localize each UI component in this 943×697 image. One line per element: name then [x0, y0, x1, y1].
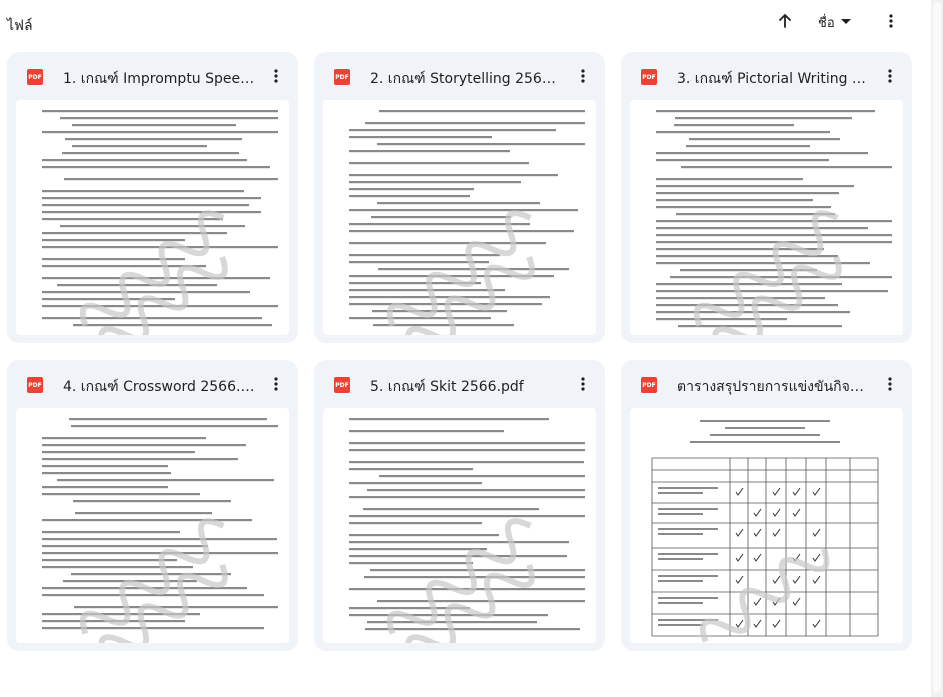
sort-field-label: ชื่อ	[818, 15, 835, 31]
arrow-up-icon[interactable]	[774, 10, 796, 32]
file-thumbnail[interactable]	[16, 408, 289, 643]
more-vert-icon[interactable]	[572, 373, 594, 395]
files-header: ไฟล์ ชื่อ	[0, 0, 930, 46]
pdf-icon: PDF	[27, 377, 43, 393]
file-name: 2. เกณฑ์ Storytelling 2566....	[370, 71, 564, 87]
file-card[interactable]: PDF 4. เกณฑ์ Crossword 2566.p...	[7, 360, 298, 651]
file-card[interactable]: PDF ตารางสรุปรายการแข่งขันกิจกร...	[621, 360, 912, 651]
file-name: 5. เกณฑ์ Skit 2566.pdf	[370, 379, 524, 395]
more-vert-icon[interactable]	[879, 65, 901, 87]
file-card[interactable]: PDF 2. เกณฑ์ Storytelling 2566....	[314, 52, 605, 343]
file-name: 4. เกณฑ์ Crossword 2566.p...	[63, 379, 257, 395]
pdf-icon: PDF	[334, 377, 350, 393]
file-name: 3. เกณฑ์ Pictorial Writing 2...	[677, 71, 871, 87]
more-vert-icon[interactable]	[265, 65, 287, 87]
more-vert-icon[interactable]	[879, 373, 901, 395]
file-thumbnail[interactable]	[630, 408, 903, 643]
scrollbar-thumb[interactable]	[933, 2, 941, 692]
pdf-icon: PDF	[27, 69, 43, 85]
caret-down-icon	[840, 19, 851, 24]
more-vert-icon[interactable]	[265, 373, 287, 395]
sort-field-button[interactable]: ชื่อ	[818, 11, 851, 33]
pdf-icon: PDF	[641, 377, 657, 393]
pdf-icon: PDF	[641, 69, 657, 85]
file-thumbnail[interactable]	[16, 100, 289, 335]
scrollbar[interactable]	[931, 0, 943, 697]
section-title: ไฟล์	[7, 18, 33, 34]
more-vert-icon[interactable]	[880, 10, 902, 32]
pdf-icon: PDF	[334, 69, 350, 85]
file-card[interactable]: PDF 3. เกณฑ์ Pictorial Writing 2...	[621, 52, 912, 343]
file-thumbnail[interactable]	[630, 100, 903, 335]
file-card[interactable]: PDF 1. เกณฑ์ Impromptu Speec...	[7, 52, 298, 343]
file-name: ตารางสรุปรายการแข่งขันกิจกร...	[677, 379, 871, 395]
file-card[interactable]: PDF 5. เกณฑ์ Skit 2566.pdf	[314, 360, 605, 651]
more-vert-icon[interactable]	[572, 65, 594, 87]
file-thumbnail[interactable]	[323, 408, 596, 643]
file-name: 1. เกณฑ์ Impromptu Speec...	[63, 71, 257, 87]
file-thumbnail[interactable]	[323, 100, 596, 335]
